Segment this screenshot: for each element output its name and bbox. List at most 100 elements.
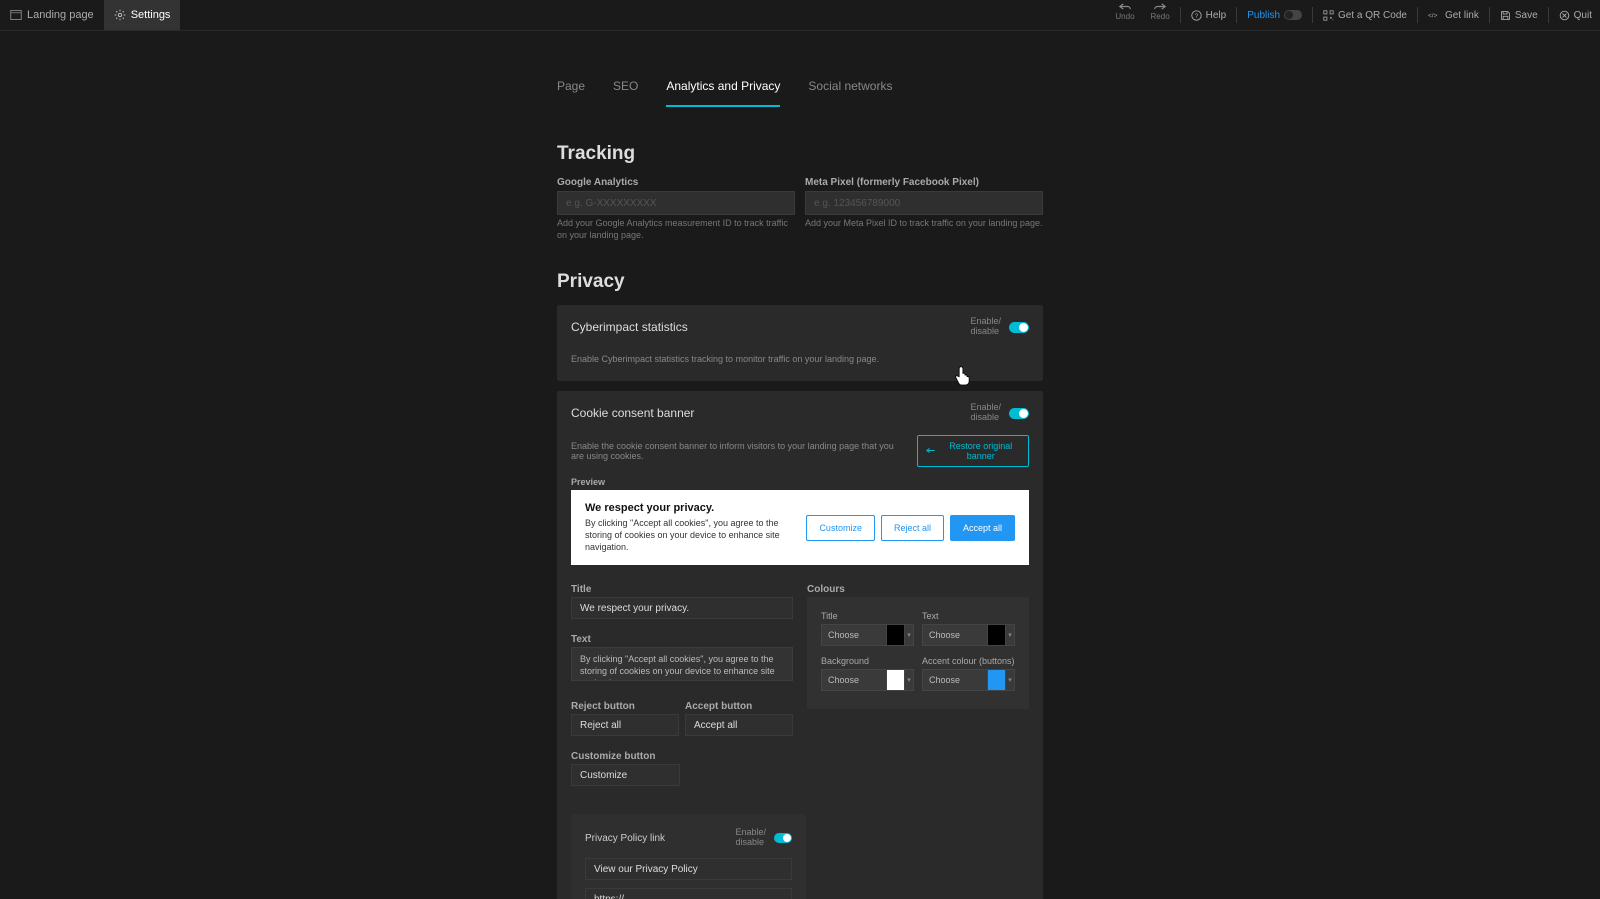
colour-bg-choose: Choose bbox=[821, 669, 886, 691]
meta-input[interactable] bbox=[805, 191, 1043, 215]
colour-text-choose: Choose bbox=[922, 624, 987, 646]
cookie-body: Enable the cookie consent banner to info… bbox=[557, 435, 1043, 899]
help-button[interactable]: ? Help bbox=[1183, 0, 1235, 30]
reject-input[interactable] bbox=[571, 714, 679, 736]
stats-header: Cyberimpact statistics Enable/ disable bbox=[557, 305, 1043, 349]
topbar: Landing page Settings Undo Redo ? Help P… bbox=[0, 0, 1600, 31]
preview-customize-button[interactable]: Customize bbox=[806, 515, 875, 541]
tab-page[interactable]: Page bbox=[557, 71, 585, 107]
preview-accept-button[interactable]: Accept all bbox=[950, 515, 1015, 541]
cookie-help-row: Enable the cookie consent banner to info… bbox=[571, 435, 1029, 467]
ga-input[interactable] bbox=[557, 191, 795, 215]
colours-heading: Colours bbox=[807, 584, 845, 595]
accept-input[interactable] bbox=[685, 714, 793, 736]
title-input[interactable] bbox=[571, 597, 793, 619]
colour-accent: Accent colour (buttons) Choose ▾ bbox=[922, 656, 1015, 691]
restore-banner-button[interactable]: Restore original banner bbox=[917, 435, 1029, 467]
privacy-policy-block: Privacy Policy link Enable/ disable bbox=[571, 814, 806, 899]
nav-landing-page[interactable]: Landing page bbox=[0, 0, 104, 30]
publish-button[interactable]: Publish bbox=[1239, 0, 1310, 30]
undo-button[interactable]: Undo bbox=[1107, 0, 1142, 30]
colour-title-swatch bbox=[886, 624, 904, 646]
restore-label: Restore original banner bbox=[942, 441, 1020, 461]
nav-settings-label: Settings bbox=[131, 9, 171, 21]
topbar-right: Undo Redo ? Help Publish Get a QR Code <… bbox=[1107, 0, 1600, 30]
cookie-help: Enable the cookie consent banner to info… bbox=[571, 441, 907, 461]
getlink-button[interactable]: </> Get link bbox=[1420, 0, 1487, 30]
colour-title-select[interactable]: Choose ▾ bbox=[821, 624, 914, 646]
qr-button[interactable]: Get a QR Code bbox=[1315, 0, 1415, 30]
colour-accent-swatch bbox=[987, 669, 1005, 691]
separator bbox=[1236, 7, 1237, 23]
chevron-down-icon[interactable]: ▾ bbox=[904, 624, 914, 646]
svg-text:?: ? bbox=[1194, 12, 1198, 19]
tab-social[interactable]: Social networks bbox=[808, 71, 892, 107]
getlink-label: Get link bbox=[1445, 10, 1479, 21]
cookie-header: Cookie consent banner Enable/ disable bbox=[557, 391, 1043, 435]
stats-card: Cyberimpact statistics Enable/ disable E… bbox=[557, 305, 1043, 381]
save-label: Save bbox=[1515, 10, 1538, 21]
quit-icon bbox=[1559, 10, 1570, 21]
colour-accent-choose: Choose bbox=[922, 669, 987, 691]
field-title: Title bbox=[571, 579, 793, 619]
pp-linktext-input[interactable] bbox=[585, 858, 792, 880]
field-text: Text bbox=[571, 629, 793, 686]
title-label: Title bbox=[571, 584, 591, 595]
colour-background-label: Background bbox=[821, 656, 914, 666]
landing-page-icon bbox=[10, 9, 22, 21]
colour-background-select[interactable]: Choose ▾ bbox=[821, 669, 914, 691]
quit-button[interactable]: Quit bbox=[1551, 0, 1600, 30]
colour-text-select[interactable]: Choose ▾ bbox=[922, 624, 1015, 646]
colour-background: Background Choose ▾ bbox=[821, 656, 914, 691]
cookie-toggle[interactable] bbox=[1009, 408, 1029, 419]
colours-pane: Title Choose ▾ Text bbox=[807, 597, 1029, 709]
text-input[interactable] bbox=[571, 647, 793, 681]
customize-label: Customize button bbox=[571, 751, 655, 762]
cookie-preview: We respect your privacy. By clicking "Ac… bbox=[571, 490, 1029, 565]
colour-row-1: Title Choose ▾ Text bbox=[821, 611, 1015, 646]
privacy-heading: Privacy bbox=[557, 271, 1043, 293]
colour-text-label: Text bbox=[922, 611, 1015, 621]
stats-enable: Enable/ disable bbox=[970, 317, 1029, 337]
cookie-enable: Enable/ disable bbox=[970, 403, 1029, 423]
chevron-down-icon[interactable]: ▾ bbox=[1005, 624, 1015, 646]
preview-text: We respect your privacy. By clicking "Ac… bbox=[585, 502, 794, 553]
colour-accent-select[interactable]: Choose ▾ bbox=[922, 669, 1015, 691]
chevron-down-icon[interactable]: ▾ bbox=[904, 669, 914, 691]
pp-enable-label: Enable/ disable bbox=[735, 828, 766, 848]
colour-title-choose: Choose bbox=[821, 624, 886, 646]
chevron-down-icon[interactable]: ▾ bbox=[1005, 669, 1015, 691]
cookie-fields-left: Title Text Reject button bbox=[571, 579, 793, 796]
separator bbox=[1489, 7, 1490, 23]
cookie-config: Title Text Reject button bbox=[571, 579, 1029, 796]
publish-label: Publish bbox=[1247, 10, 1280, 21]
meta-label: Meta Pixel (formerly Facebook Pixel) bbox=[805, 177, 1043, 188]
pp-url-input[interactable] bbox=[585, 888, 792, 899]
separator bbox=[1180, 7, 1181, 23]
redo-button[interactable]: Redo bbox=[1143, 0, 1178, 30]
customize-input[interactable] bbox=[571, 764, 680, 786]
preview-reject-button[interactable]: Reject all bbox=[881, 515, 944, 541]
qr-icon bbox=[1323, 10, 1334, 21]
publish-toggle[interactable] bbox=[1284, 10, 1302, 20]
svg-text:</>: </> bbox=[1428, 12, 1438, 19]
tracking-fields: Google Analytics Add your Google Analyti… bbox=[557, 177, 1043, 241]
ga-help: Add your Google Analytics measurement ID… bbox=[557, 218, 795, 241]
separator bbox=[1312, 7, 1313, 23]
undo-label: Undo bbox=[1115, 12, 1134, 21]
stats-toggle[interactable] bbox=[1009, 322, 1029, 333]
tab-analytics[interactable]: Analytics and Privacy bbox=[666, 71, 780, 107]
undo-icon bbox=[1118, 2, 1132, 11]
content-area: Page SEO Analytics and Privacy Social ne… bbox=[0, 31, 1600, 899]
tab-seo[interactable]: SEO bbox=[613, 71, 638, 107]
field-accept: Accept button bbox=[685, 696, 793, 736]
settings-panel: Page SEO Analytics and Privacy Social ne… bbox=[557, 71, 1043, 899]
pp-toggle[interactable] bbox=[774, 833, 792, 843]
nav-settings[interactable]: Settings bbox=[104, 0, 181, 30]
pp-enable: Enable/ disable bbox=[735, 828, 792, 848]
accept-label: Accept button bbox=[685, 701, 752, 712]
gear-icon bbox=[114, 9, 126, 21]
nav-landing-page-label: Landing page bbox=[27, 9, 94, 21]
redo-icon bbox=[1153, 2, 1167, 11]
save-button[interactable]: Save bbox=[1492, 0, 1546, 30]
